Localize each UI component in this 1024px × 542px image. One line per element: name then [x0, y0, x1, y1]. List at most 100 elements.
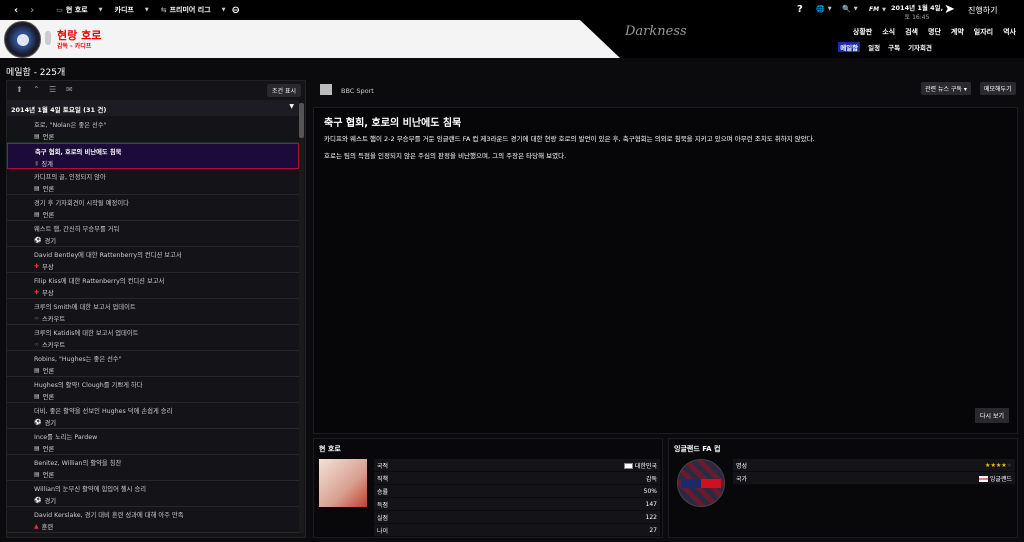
- chevron-down-icon: ▼: [144, 7, 149, 13]
- message-title: 경기 후 기자회견이 시작될 예정이다: [34, 200, 129, 207]
- message-item[interactable]: 더비, 좋은 활약을 선보인 Hughes 덕에 손쉽게 승리 ⚽ 경기: [7, 403, 299, 429]
- replay-button[interactable]: 다시 보기: [975, 408, 1009, 423]
- globe-icon[interactable]: 🌐 ▼: [816, 5, 832, 13]
- continue-arrow-icon[interactable]: ➤: [944, 2, 955, 17]
- message-item[interactable]: 경기 후 기자회견이 시작될 예정이다 ▤ 언론: [7, 195, 299, 221]
- more-icon[interactable]: ⊖: [232, 5, 240, 16]
- game-date: 2014년 1월 4일, 토 16:45: [891, 2, 943, 21]
- team-menu[interactable]: ▭ 현 호로 ▼: [56, 5, 102, 15]
- article-title: 축구 협회, 호로의 비난에도 침묵: [324, 118, 462, 129]
- nation-label: 국가: [736, 475, 748, 483]
- message-category: 경기: [44, 498, 57, 505]
- help-icon[interactable]: ?: [797, 4, 803, 15]
- ball-icon: ⚽: [34, 419, 42, 426]
- message-item[interactable]: Willian의 눈부신 활약에 힘입어 첼시 승리 ⚽ 경기: [7, 481, 299, 507]
- search-icon[interactable]: 🔍 ▼: [842, 5, 858, 13]
- subnav-schedule[interactable]: 일정: [868, 42, 880, 52]
- collapse-caret-icon[interactable]: ▼: [289, 103, 294, 110]
- info-value: 50%: [643, 487, 657, 495]
- subnav-press-conference[interactable]: 기자회견: [908, 42, 932, 52]
- nav-search[interactable]: 검색: [905, 27, 918, 37]
- info-label: 득점: [377, 501, 389, 509]
- bus-icon: ▭: [56, 6, 63, 14]
- competition-title: 잉글랜드 FA 컵: [674, 445, 721, 453]
- message-item[interactable]: Ince를 노리는 Pardew ▤ 언론: [7, 429, 299, 455]
- nav-history[interactable]: 역사: [1003, 27, 1016, 37]
- info-value: 122: [645, 513, 657, 521]
- club-crest: [4, 21, 41, 58]
- message-item[interactable]: David Kerslake, 경기 대비 훈련 성과에 대해 아주 만족 ▲ 훈련: [7, 507, 299, 533]
- message-category: 언론: [42, 394, 55, 401]
- back-button[interactable]: ‹: [14, 5, 18, 16]
- message-item[interactable]: 웨스트 햄, 간신히 무승부를 거둬 ⚽ 경기: [7, 221, 299, 247]
- message-item[interactable]: 축구 협회, 호로의 비난에도 침묵 ▮ 징계: [7, 143, 299, 169]
- message-title: Hughes의 활약! Clough를 기쁘게 하다: [34, 382, 143, 389]
- chevron-down-icon: ▼: [98, 7, 103, 13]
- manager-info-row: 실점 122: [374, 511, 660, 524]
- info-value: 147: [645, 500, 657, 508]
- reputation-label: 명성: [736, 462, 748, 470]
- message-item[interactable]: 카디프의 골, 인정되지 않아 ▤ 언론: [7, 169, 299, 195]
- fm-menu[interactable]: FM ▼: [869, 6, 886, 13]
- top-bar: ‹ › ▭ 현 호로 ▼ 카디프 ▼ ⇆ 프리미어 리그 ▼ ⊖ ? 🌐 ▼ 🔍 ▼ FM ▼ …: [0, 0, 1024, 21]
- scrollbar[interactable]: [299, 103, 304, 533]
- binoculars-icon: ∞: [34, 341, 39, 348]
- message-category: 언론: [42, 212, 55, 219]
- message-title: Willian의 눈부신 활약에 힘입어 첼시 승리: [34, 486, 147, 493]
- message-item[interactable]: Robins, "Hughes는 좋은 선수" ▤ 언론: [7, 351, 299, 377]
- message-item[interactable]: 크루의 Katidis에 대한 보고서 업데이트 ∞ 스카우트: [7, 325, 299, 351]
- newspaper-icon: ▤: [34, 133, 40, 140]
- manager-info-row: 직책 감독: [374, 472, 660, 485]
- newspaper-icon: ▤: [34, 367, 40, 374]
- reputation-row: 명성 ★★★★★: [733, 459, 1015, 472]
- memo-button[interactable]: 메모해두기: [980, 82, 1016, 95]
- manager-photo: [319, 459, 367, 507]
- scrollbar-thumb[interactable]: [299, 103, 304, 138]
- fa-cup-logo: [677, 459, 725, 507]
- message-item[interactable]: Filip Kiss에 대한 Rattenberry의 컨디션 보고서 ✚ 부상: [7, 273, 299, 299]
- league-menu[interactable]: ⇆ 프리미어 리그 ▼: [161, 5, 226, 15]
- message-item[interactable]: 호로, "Nolan은 좋은 선수" ▤ 언론: [7, 117, 299, 143]
- message-item[interactable]: Hughes의 활약! Clough를 기쁘게 하다 ▤ 언론: [7, 377, 299, 403]
- date-group-label: 2014년 1월 4일 토요일 (31 건): [11, 106, 107, 114]
- subnav-inbox[interactable]: 메일함: [838, 42, 861, 52]
- message-item[interactable]: Benitez, Willian의 활약을 칭찬 ▤ 언론: [7, 455, 299, 481]
- korea-flag-icon: [623, 463, 633, 469]
- message-category: 징계: [41, 161, 53, 168]
- collapse-icon[interactable]: ⌃: [33, 85, 40, 94]
- manager-switcher[interactable]: [45, 31, 51, 45]
- date-text: 2014년 1월 4일,: [891, 4, 944, 12]
- message-item[interactable]: David Bentley에 대한 Rattenberry의 컨디션 보고서 ✚ 부…: [7, 247, 299, 273]
- club-menu[interactable]: 카디프 ▼: [115, 5, 149, 15]
- competition-card: 잉글랜드 FA 컵 명성 ★★★★★ 국가 잉글랜드: [668, 438, 1018, 538]
- message-title: 더비, 좋은 활약을 선보인 Hughes 덕에 손쉽게 승리: [34, 408, 173, 415]
- subnav-subscriptions[interactable]: 구독: [888, 42, 900, 52]
- article-panel: 축구 협회, 호로의 비난에도 침묵 카디프와 웨스트 햄이 2-2 무승부를 …: [313, 107, 1018, 434]
- mail-icon[interactable]: ✉: [66, 85, 73, 94]
- message-item[interactable]: 크루의 Smith에 대한 보고서 업데이트 ∞ 스카우트: [7, 299, 299, 325]
- sub-nav: 메일함 일정 구독 기자회견: [838, 42, 932, 52]
- message-title: Benitez, Willian의 활약을 칭찬: [34, 460, 122, 467]
- nav-contracts[interactable]: 계약: [951, 27, 964, 37]
- nav-dashboard[interactable]: 상황판: [853, 27, 872, 37]
- nav-squad[interactable]: 명단: [928, 27, 941, 37]
- medical-icon: ✚: [34, 263, 40, 270]
- message-title: Ince를 노리는 Pardew: [34, 434, 98, 441]
- continue-button[interactable]: 진행하기: [968, 5, 997, 16]
- date-group-header[interactable]: 2014년 1월 4일 토요일 (31 건) ▼: [7, 100, 299, 116]
- nav-jobs[interactable]: 일자리: [974, 27, 993, 37]
- up-icon[interactable]: ⬆: [16, 85, 23, 94]
- england-flag-icon: [978, 476, 988, 482]
- subscribe-label: 관련 뉴스 구독: [925, 86, 962, 93]
- manager-info-row: 국적 대한민국: [374, 459, 660, 472]
- show-filters-button[interactable]: 조건 표시: [267, 84, 301, 97]
- info-label: 국적: [377, 462, 389, 470]
- forward-button[interactable]: ›: [30, 5, 34, 16]
- subscribe-news-button[interactable]: 관련 뉴스 구독 ▾: [921, 82, 971, 95]
- message-category: 부상: [42, 290, 54, 297]
- nav-news[interactable]: 소식: [882, 27, 895, 37]
- newspaper-icon: ▤: [34, 211, 40, 218]
- training-icon: ▲: [34, 523, 39, 530]
- list-icon[interactable]: ☰: [49, 85, 56, 94]
- manager-card-title: 현 호로: [319, 445, 341, 453]
